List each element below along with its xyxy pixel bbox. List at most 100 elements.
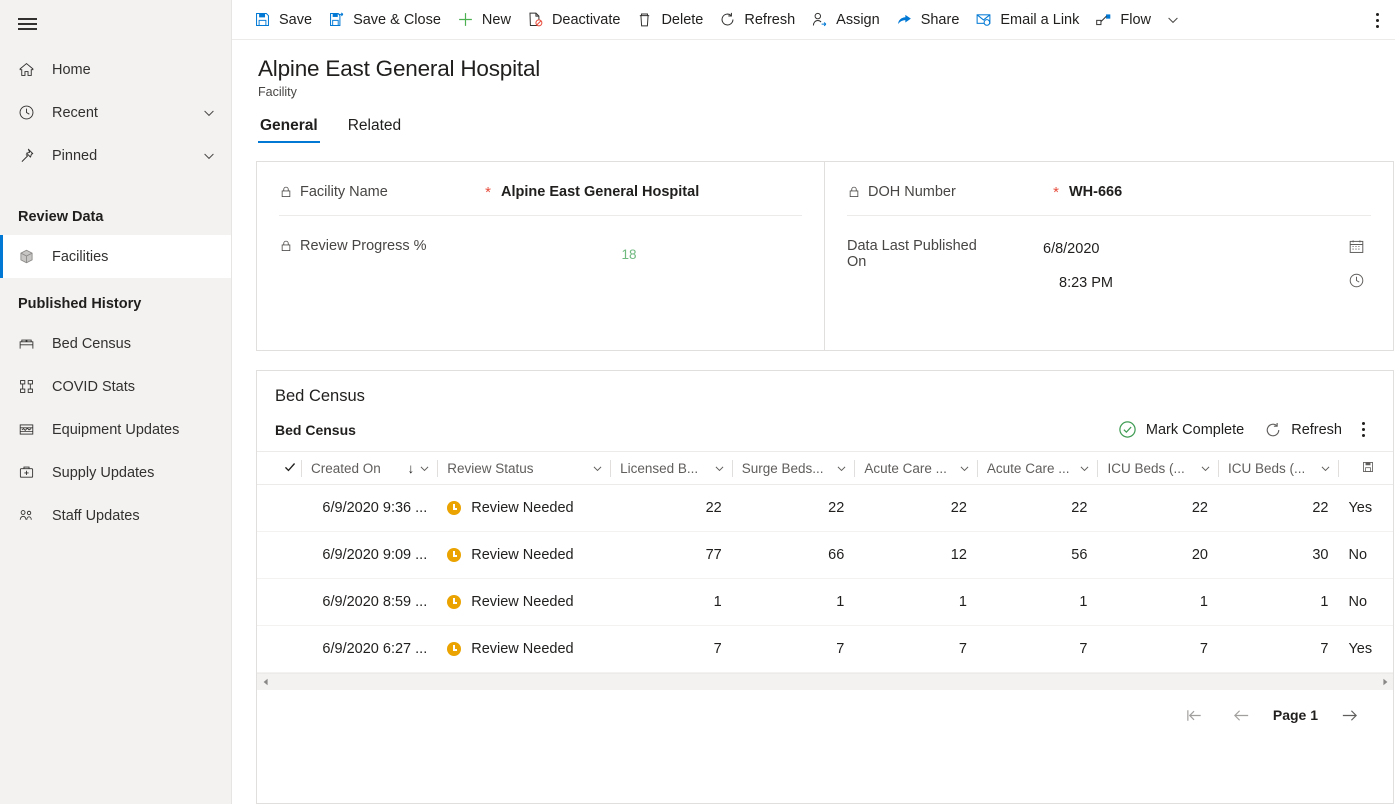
cube-icon — [18, 248, 40, 265]
new-button[interactable]: New — [449, 0, 519, 40]
save-and-close-button[interactable]: Save & Close — [320, 0, 449, 40]
more-vertical-icon — [1376, 13, 1379, 28]
chevron-down-icon[interactable] — [1319, 462, 1332, 475]
sidebar-item-supply-updates[interactable]: Supply Updates — [0, 451, 231, 494]
required-indicator: * — [475, 184, 501, 201]
row-select-cell[interactable] — [257, 485, 301, 532]
share-button[interactable]: Share — [888, 0, 968, 40]
cell-icu-beds-1: 22 — [1097, 485, 1218, 532]
cell-licensed-beds: 7 — [610, 626, 732, 673]
sidebar-item-facilities[interactable]: Facilities — [0, 235, 231, 278]
chevron-down-icon[interactable] — [835, 462, 848, 475]
email-a-link-button[interactable]: Email a Link — [967, 0, 1087, 40]
column-header-licensed-beds[interactable]: Licensed B... — [610, 452, 732, 485]
sidebar-item-pinned[interactable]: Pinned — [0, 134, 231, 177]
row-select-cell[interactable] — [257, 579, 301, 626]
sidebar-item-recent[interactable]: Recent — [0, 91, 231, 134]
chevron-down-icon[interactable] — [713, 462, 726, 475]
column-header-review-status[interactable]: Review Status — [437, 452, 610, 485]
column-header-select-all[interactable] — [257, 452, 301, 485]
sidebar-item-home[interactable]: Home — [0, 48, 231, 91]
delete-button[interactable]: Delete — [628, 0, 711, 40]
scroll-right-arrow-icon[interactable] — [1378, 678, 1391, 686]
field-label: Data Last Published On — [847, 238, 1043, 270]
flow-chevron-down-icon[interactable] — [1159, 12, 1187, 28]
lock-icon — [847, 185, 861, 203]
grid-overflow-button[interactable] — [1352, 422, 1375, 437]
column-header-acute-care-1[interactable]: Acute Care ... — [854, 452, 977, 485]
email-link-icon — [975, 11, 992, 28]
refresh-button[interactable]: Refresh — [711, 0, 803, 40]
chevron-down-icon[interactable] — [201, 148, 217, 164]
column-label: Created On — [311, 461, 405, 476]
table-row[interactable]: 6/9/2020 9:36 ... Review Needed 22 22 22… — [257, 485, 1393, 532]
field-label-text: Review Progress % — [300, 238, 427, 254]
tab-related[interactable]: Related — [346, 117, 403, 143]
scroll-left-arrow-icon[interactable] — [259, 678, 272, 686]
command-label: Save & Close — [353, 12, 441, 28]
grid-refresh-button[interactable]: Refresh — [1254, 421, 1352, 439]
chevron-down-icon[interactable] — [591, 462, 604, 475]
required-indicator: * — [1043, 184, 1069, 201]
previous-page-button[interactable] — [1218, 706, 1265, 725]
row-select-cell[interactable] — [257, 532, 301, 579]
column-header-icu-beds-1[interactable]: ICU Beds (... — [1097, 452, 1218, 485]
row-select-cell[interactable] — [257, 626, 301, 673]
clock-icon[interactable] — [1348, 272, 1371, 294]
clock-amber-icon — [447, 642, 461, 656]
cell-review-status: Review Needed — [437, 579, 610, 626]
supply-kit-icon — [18, 464, 40, 481]
grid-horizontal-scrollbar[interactable] — [257, 673, 1393, 690]
sidebar-item-equipment-updates[interactable]: Equipment Updates — [0, 408, 231, 451]
column-header-surge-beds[interactable]: Surge Beds... — [732, 452, 855, 485]
calendar-icon[interactable] — [1348, 238, 1371, 260]
sidebar-item-label: Home — [52, 62, 217, 78]
mark-complete-button[interactable]: Mark Complete — [1108, 420, 1254, 439]
cell-acute-care-2: 1 — [977, 579, 1098, 626]
bed-census-card: Bed Census Bed Census Mark Complete Refr… — [256, 370, 1394, 804]
bed-icon — [18, 335, 40, 352]
status-text: Review Needed — [471, 547, 573, 563]
time-value[interactable]: 8:23 PM — [1043, 275, 1348, 291]
cell-licensed-beds: 77 — [610, 532, 732, 579]
field-label-text: Facility Name — [300, 184, 388, 200]
deactivate-icon — [527, 11, 544, 28]
column-header-acute-care-2[interactable]: Acute Care ... — [977, 452, 1098, 485]
command-bar-overflow-button[interactable] — [1368, 0, 1387, 40]
column-header-save-column[interactable] — [1338, 452, 1393, 485]
pin-icon — [18, 147, 40, 164]
deactivate-button[interactable]: Deactivate — [519, 0, 629, 40]
chevron-down-icon[interactable] — [201, 105, 217, 121]
command-label: Flow — [1120, 12, 1151, 28]
column-header-created-on[interactable]: Created On ↓ — [301, 452, 437, 485]
command-label: Deactivate — [552, 12, 621, 28]
menu-toggle-button[interactable] — [0, 0, 231, 48]
assign-button[interactable]: Assign — [803, 0, 888, 40]
check-circle-icon — [1118, 420, 1137, 439]
cell-acute-care-2: 7 — [977, 626, 1098, 673]
save-button[interactable]: Save — [246, 0, 320, 40]
next-page-button[interactable] — [1326, 706, 1373, 725]
time-row: 8:23 PM — [1043, 272, 1371, 294]
flow-button[interactable]: Flow — [1087, 0, 1159, 40]
plus-icon — [457, 11, 474, 28]
field-value-doh-number[interactable]: WH-666 — [1069, 184, 1122, 200]
tab-general[interactable]: General — [258, 117, 320, 143]
sidebar-item-covid-stats[interactable]: COVID Stats — [0, 365, 231, 408]
date-value[interactable]: 6/8/2020 — [1043, 241, 1348, 257]
cell-surge-beds: 7 — [732, 626, 855, 673]
chevron-down-icon[interactable] — [1078, 462, 1091, 475]
chevron-down-icon[interactable] — [958, 462, 971, 475]
first-page-button[interactable] — [1171, 706, 1218, 725]
table-row[interactable]: 6/9/2020 6:27 ... Review Needed 7 7 7 7 — [257, 626, 1393, 673]
date-row: 6/8/2020 — [1043, 238, 1371, 260]
sidebar-item-staff-updates[interactable]: Staff Updates — [0, 494, 231, 537]
sidebar-item-bed-census[interactable]: Bed Census — [0, 322, 231, 365]
chevron-down-icon[interactable] — [418, 462, 431, 475]
chevron-down-icon[interactable] — [1199, 462, 1212, 475]
column-header-icu-beds-2[interactable]: ICU Beds (... — [1218, 452, 1339, 485]
field-value-facility-name[interactable]: Alpine East General Hospital — [501, 184, 699, 200]
scrollbar-track[interactable] — [272, 676, 1378, 689]
table-row[interactable]: 6/9/2020 9:09 ... Review Needed 77 66 12… — [257, 532, 1393, 579]
table-row[interactable]: 6/9/2020 8:59 ... Review Needed 1 1 1 1 — [257, 579, 1393, 626]
